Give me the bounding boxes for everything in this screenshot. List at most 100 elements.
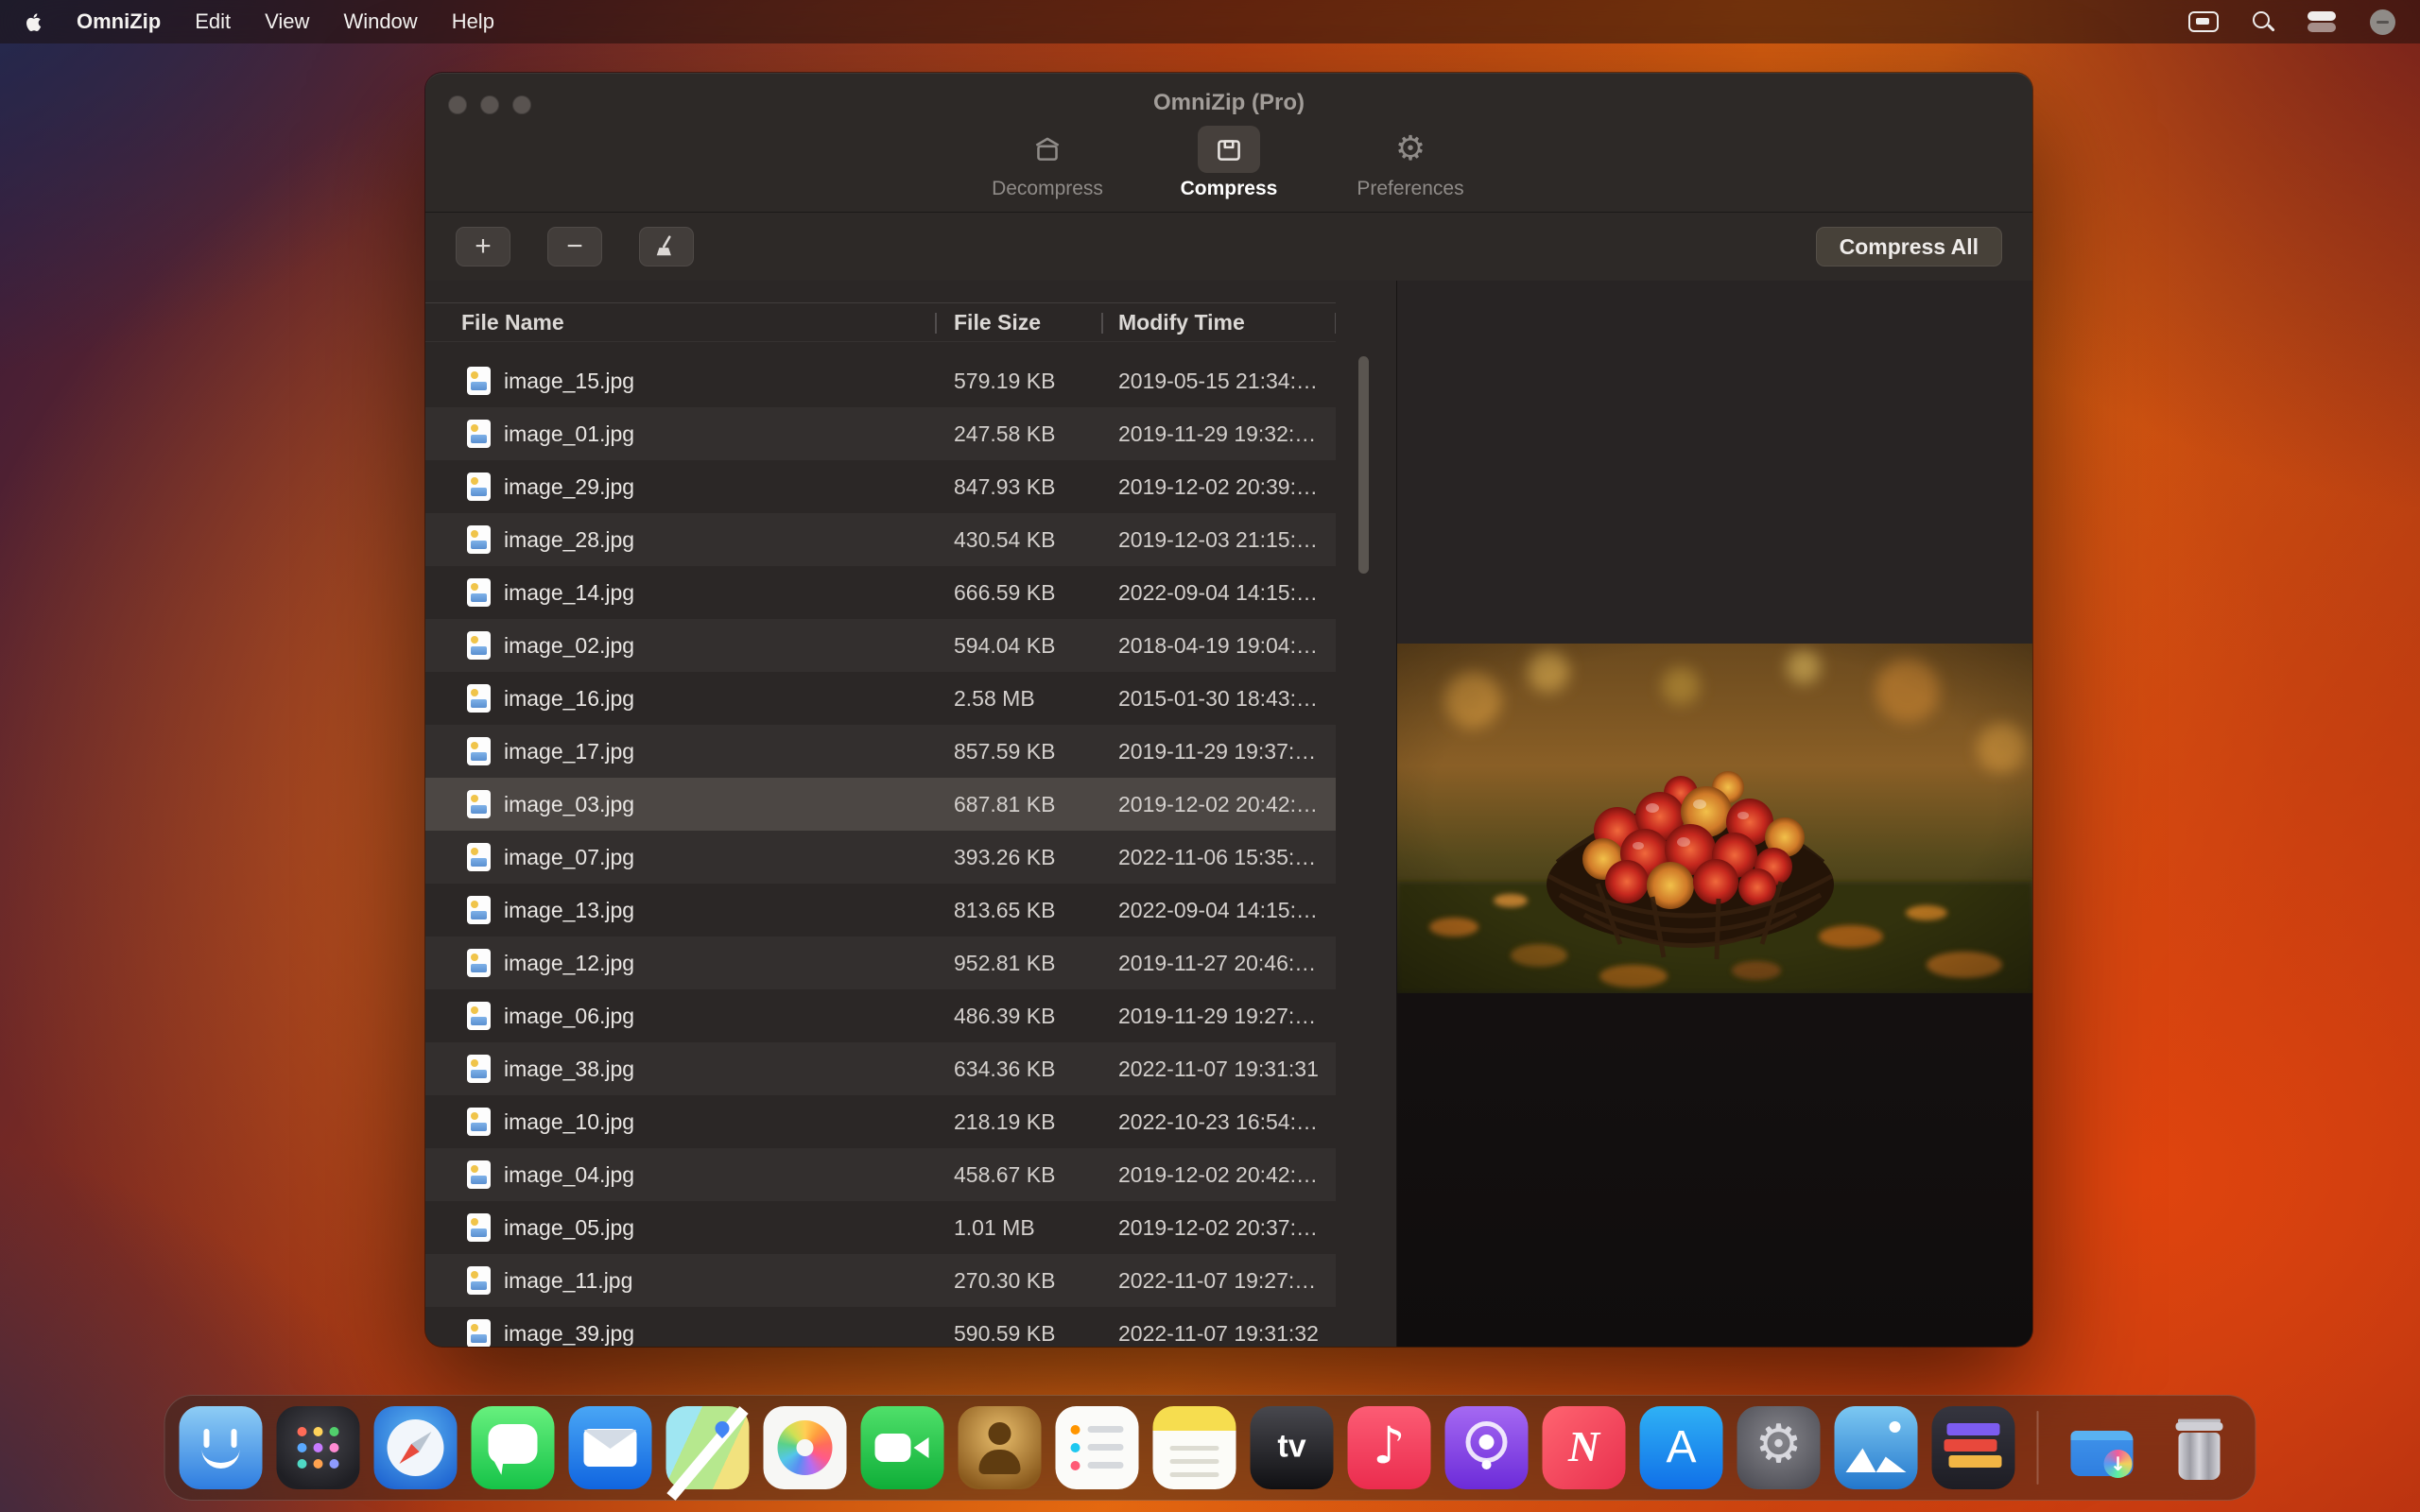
menu-item-help[interactable]: Help xyxy=(452,9,494,34)
file-name-text: image_07.jpg xyxy=(504,845,634,870)
dock-item-trash[interactable] xyxy=(2158,1406,2241,1489)
cell-modify-time: 2019-11-29 19:27:… xyxy=(1101,989,1336,1042)
cell-file-size: 2.58 MB xyxy=(935,672,1101,725)
cell-modify-time: 2019-12-02 20:42:… xyxy=(1101,1148,1336,1201)
dock-divider xyxy=(2037,1411,2039,1485)
file-rows: image_15.jpg 579.19 KB 2019-05-15 21:34:… xyxy=(425,354,1336,1347)
dock-item-reminders[interactable] xyxy=(1056,1406,1139,1489)
title-bar[interactable]: OmniZip (Pro) Decompress Compress Pre xyxy=(425,73,2032,213)
dock-item-preview[interactable] xyxy=(1835,1406,1918,1489)
cell-modify-time: 2019-12-03 21:15:… xyxy=(1101,513,1336,566)
table-row[interactable]: image_01.jpg 247.58 KB 2019-11-29 19:32:… xyxy=(425,407,1336,460)
dock-item-settings[interactable] xyxy=(1737,1406,1821,1489)
cell-file-name: image_15.jpg xyxy=(425,354,935,407)
table-row[interactable]: image_02.jpg 594.04 KB 2018-04-19 19:04:… xyxy=(425,619,1336,672)
close-button[interactable] xyxy=(448,95,467,114)
table-row[interactable]: image_16.jpg 2.58 MB 2015-01-30 18:43:… xyxy=(425,672,1336,725)
compress-all-button[interactable]: Compress All xyxy=(1816,227,2002,266)
table-row[interactable]: image_17.jpg 857.59 KB 2019-11-29 19:37:… xyxy=(425,725,1336,778)
dock-item-mail[interactable] xyxy=(569,1406,652,1489)
image-file-icon xyxy=(467,1266,491,1295)
dock-item-messages[interactable] xyxy=(472,1406,555,1489)
scrollbar-track[interactable] xyxy=(1336,281,1396,1347)
dock-item-podcasts[interactable] xyxy=(1445,1406,1529,1489)
table-row[interactable]: image_10.jpg 218.19 KB 2022-10-23 16:54:… xyxy=(425,1095,1336,1148)
file-name-text: image_10.jpg xyxy=(504,1109,634,1135)
cell-modify-time: 2019-11-29 19:32:… xyxy=(1101,407,1336,460)
cell-file-size: 1.01 MB xyxy=(935,1201,1101,1254)
tab-decompress[interactable]: Decompress xyxy=(977,126,1118,200)
control-center-icon[interactable] xyxy=(2308,10,2338,33)
cell-file-name: image_03.jpg xyxy=(425,778,935,831)
menu-item-edit[interactable]: Edit xyxy=(195,9,231,34)
dock-item-omnizip[interactable] xyxy=(1932,1406,2015,1489)
cell-file-name: image_04.jpg xyxy=(425,1148,935,1201)
file-name-text: image_15.jpg xyxy=(504,369,634,394)
menu-item-window[interactable]: Window xyxy=(343,9,417,34)
tab-compress[interactable]: Compress xyxy=(1158,126,1300,200)
table-row[interactable]: image_03.jpg 687.81 KB 2019-12-02 20:42:… xyxy=(425,778,1336,831)
preview-image xyxy=(1397,644,2032,993)
tab-preferences[interactable]: Preferences xyxy=(1340,126,1481,200)
table-row[interactable]: image_06.jpg 486.39 KB 2019-11-29 19:27:… xyxy=(425,989,1336,1042)
window-content: File Name File Size Modify Time image_15… xyxy=(425,281,2032,1347)
column-header-modify-time[interactable]: Modify Time xyxy=(1101,303,1336,341)
dock-item-launchpad[interactable] xyxy=(277,1406,360,1489)
apple-menu-icon[interactable] xyxy=(25,11,43,33)
file-name-text: image_11.jpg xyxy=(504,1268,632,1294)
menu-item-view[interactable]: View xyxy=(265,9,309,34)
cell-file-name: image_13.jpg xyxy=(425,884,935,936)
file-name-text: image_14.jpg xyxy=(504,580,634,606)
search-icon[interactable] xyxy=(2251,9,2275,34)
image-file-icon xyxy=(467,1160,491,1189)
dock xyxy=(164,1395,2256,1501)
cell-modify-time: 2022-11-07 19:31:32 xyxy=(1101,1307,1336,1347)
remove-file-button[interactable]: − xyxy=(547,227,602,266)
display-icon[interactable] xyxy=(2188,11,2219,32)
dock-item-downloads[interactable] xyxy=(2061,1406,2144,1489)
minimize-button[interactable] xyxy=(480,95,499,114)
dock-item-contacts[interactable] xyxy=(959,1406,1042,1489)
cell-file-size: 270.30 KB xyxy=(935,1254,1101,1307)
zoom-button[interactable] xyxy=(512,95,531,114)
dock-item-safari[interactable] xyxy=(374,1406,458,1489)
table-row[interactable]: image_14.jpg 666.59 KB 2022-09-04 14:15:… xyxy=(425,566,1336,619)
cell-modify-time: 2019-12-02 20:42:… xyxy=(1101,778,1336,831)
table-row[interactable]: image_04.jpg 458.67 KB 2019-12-02 20:42:… xyxy=(425,1148,1336,1201)
image-file-icon xyxy=(467,525,491,554)
table-row[interactable]: image_28.jpg 430.54 KB 2019-12-03 21:15:… xyxy=(425,513,1336,566)
dock-item-photos[interactable] xyxy=(764,1406,847,1489)
add-file-button[interactable]: + xyxy=(456,227,510,266)
window-title: OmniZip (Pro) xyxy=(425,73,2032,116)
table-row[interactable]: image_05.jpg 1.01 MB 2019-12-02 20:37:… xyxy=(425,1201,1336,1254)
file-name-text: image_17.jpg xyxy=(504,739,634,765)
clear-list-button[interactable] xyxy=(639,227,694,266)
dock-apps xyxy=(180,1406,2015,1489)
table-row[interactable]: image_15.jpg 579.19 KB 2019-05-15 21:34:… xyxy=(425,354,1336,407)
table-row[interactable]: image_39.jpg 590.59 KB 2022-11-07 19:31:… xyxy=(425,1307,1336,1347)
table-row[interactable]: image_12.jpg 952.81 KB 2019-11-27 20:46:… xyxy=(425,936,1336,989)
cell-file-size: 857.59 KB xyxy=(935,725,1101,778)
image-file-icon xyxy=(467,896,491,924)
dock-item-tv[interactable] xyxy=(1251,1406,1334,1489)
scrollbar-thumb[interactable] xyxy=(1358,356,1369,574)
table-row[interactable]: image_11.jpg 270.30 KB 2022-11-07 19:27:… xyxy=(425,1254,1336,1307)
column-header-file-name[interactable]: File Name xyxy=(425,303,935,341)
account-icon[interactable] xyxy=(2370,9,2395,35)
cell-modify-time: 2022-11-07 19:27:… xyxy=(1101,1254,1336,1307)
dock-item-facetime[interactable] xyxy=(861,1406,944,1489)
table-row[interactable]: image_38.jpg 634.36 KB 2022-11-07 19:31:… xyxy=(425,1042,1336,1095)
dock-item-appstore[interactable] xyxy=(1640,1406,1723,1489)
dock-item-finder[interactable] xyxy=(180,1406,263,1489)
omnizip-window: OmniZip (Pro) Decompress Compress Pre xyxy=(425,73,2032,1347)
menu-app-name[interactable]: OmniZip xyxy=(77,9,161,34)
table-row[interactable]: image_29.jpg 847.93 KB 2019-12-02 20:39:… xyxy=(425,460,1336,513)
table-row[interactable]: image_07.jpg 393.26 KB 2022-11-06 15:35:… xyxy=(425,831,1336,884)
dock-item-music[interactable] xyxy=(1348,1406,1431,1489)
dock-item-news[interactable] xyxy=(1543,1406,1626,1489)
table-row[interactable]: image_13.jpg 813.65 KB 2022-09-04 14:15:… xyxy=(425,884,1336,936)
column-header-file-size[interactable]: File Size xyxy=(935,303,1101,341)
dock-item-maps[interactable] xyxy=(666,1406,750,1489)
dock-item-notes[interactable] xyxy=(1153,1406,1236,1489)
image-file-icon xyxy=(467,1319,491,1347)
